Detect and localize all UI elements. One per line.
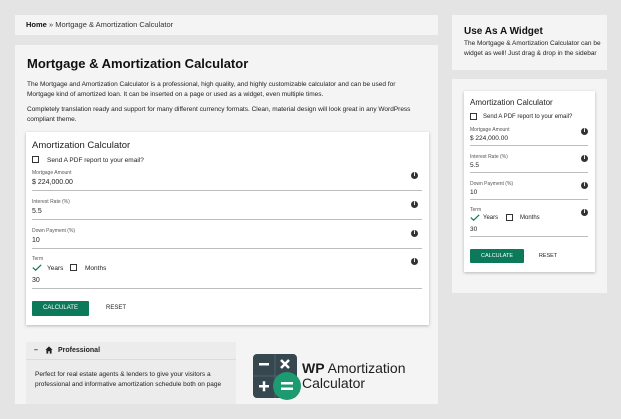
years-check-icon[interactable] [32, 264, 42, 271]
intro-paragraph: The Mortgage and Amortization Calculator… [27, 81, 396, 98]
logo-wordmark: WP Amortization Calculator [302, 361, 406, 391]
widget-promo-title: Use As A Widget [464, 26, 543, 37]
breadcrumb: Home » Mortgage & Amortization Calculato… [15, 15, 438, 35]
down-payment-input[interactable]: 10 [32, 237, 40, 244]
amortization-calculator: Amortization Calculator Send A PDF repor… [26, 132, 429, 325]
mortgage-amount-label: Mortgage Amount [32, 170, 72, 176]
sidebar-pdf-report-checkbox[interactable] [470, 113, 477, 120]
sidebar-interest-rate-input[interactable]: 5.5 [470, 162, 479, 169]
interest-rate-underline [32, 219, 422, 220]
sidebar-months-label: Months [520, 215, 540, 221]
main-content: Mortgage & Amortization Calculator The M… [15, 45, 438, 404]
sidebar-down-payment-underline [470, 199, 588, 200]
professional-header[interactable]: – Professional [26, 342, 236, 360]
months-checkbox[interactable] [70, 264, 77, 271]
pdf-report-checkbox[interactable] [32, 156, 39, 163]
page-title: Mortgage & Amortization Calculator [27, 56, 249, 71]
intro-paragraph-2: Completely translation ready and support… [27, 106, 411, 123]
home-icon [45, 346, 53, 354]
interest-rate-label: Interest Rate (%) [32, 199, 70, 205]
term-input[interactable]: 30 [32, 277, 40, 284]
interest-rate-info-icon[interactable]: i [411, 201, 418, 208]
term-underline [32, 288, 422, 289]
years-label: Years [47, 265, 64, 272]
calculate-button[interactable]: CALCULATE [32, 301, 89, 316]
sidebar-mortgage-amount-label: Mortgage Amount [470, 127, 510, 133]
sidebar-interest-rate-underline [470, 172, 588, 173]
professional-title: Professional [58, 347, 101, 354]
reset-button[interactable]: RESET [98, 301, 134, 316]
sidebar-interest-rate-info-icon[interactable]: i [581, 155, 588, 162]
sidebar-mortgage-amount-info-icon[interactable]: i [581, 128, 588, 135]
breadcrumb-separator: » [48, 20, 54, 29]
professional-text: Perfect for real estate agents & lenders… [35, 371, 222, 388]
interest-rate-input[interactable]: 5.5 [32, 208, 42, 215]
calculator-title: Amortization Calculator [32, 140, 131, 151]
sidebar-months-checkbox[interactable] [506, 214, 513, 221]
sidebar-down-payment-info-icon[interactable]: i [581, 182, 588, 189]
sidebar-down-payment-input[interactable]: 10 [470, 189, 477, 196]
sidebar-pdf-report-label: Send A PDF report to your email? [483, 114, 573, 120]
logo-text-wp: WP [302, 360, 325, 376]
down-payment-label: Down Payment (%) [32, 228, 76, 234]
mortgage-amount-input[interactable]: $ 224,000.00 [32, 179, 73, 186]
breadcrumb-home-link[interactable]: Home [26, 20, 47, 29]
logo-text-amortization: Amortization [324, 360, 406, 376]
sidebar-term-info-icon[interactable]: i [581, 209, 588, 216]
sidebar-term-label: Term [470, 207, 482, 213]
calculator-logo-icon [253, 354, 301, 400]
breadcrumb-current: Mortgage & Amortization Calculator [55, 20, 174, 29]
sidebar-term-underline [470, 236, 588, 237]
widget-promo: Use As A Widget The Mortgage & Amortizat… [452, 15, 607, 70]
term-info-icon[interactable]: i [411, 258, 418, 265]
widget-promo-text: The Mortgage & Amortization Calculator c… [464, 40, 601, 57]
sidebar-interest-rate-label: Interest Rate (%) [470, 154, 508, 160]
sidebar-calculator-title: Amortization Calculator [470, 98, 553, 107]
sidebar-mortgage-amount-underline [470, 145, 588, 146]
term-label: Term [32, 256, 44, 262]
sidebar-years-label: Years [483, 215, 499, 221]
sidebar-amortization-calculator: Amortization Calculator Send A PDF repor… [464, 91, 595, 272]
mortgage-amount-info-icon[interactable]: i [411, 172, 418, 179]
minus-icon [259, 363, 269, 366]
sidebar-years-check-icon[interactable] [470, 214, 480, 221]
logo-text-calculator: Calculator [302, 375, 366, 391]
down-payment-underline [32, 248, 422, 249]
professional-panel: – Professional Perfect for real estate a… [26, 342, 236, 404]
sidebar-widget-area: Amortization Calculator Send A PDF repor… [452, 79, 607, 293]
sidebar-down-payment-label: Down Payment (%) [470, 181, 514, 187]
sidebar-reset-button[interactable]: RESET [532, 249, 564, 263]
minus-icon[interactable]: – [34, 342, 38, 359]
pdf-report-label: Send A PDF report to your email? [47, 157, 144, 164]
months-label: Months [85, 265, 107, 272]
mortgage-amount-underline [32, 190, 422, 191]
sidebar-term-input[interactable]: 30 [470, 226, 477, 233]
sidebar-mortgage-amount-input[interactable]: $ 224,000.00 [470, 135, 508, 142]
sidebar-calculate-button[interactable]: CALCULATE [470, 249, 524, 263]
down-payment-info-icon[interactable]: i [411, 230, 418, 237]
